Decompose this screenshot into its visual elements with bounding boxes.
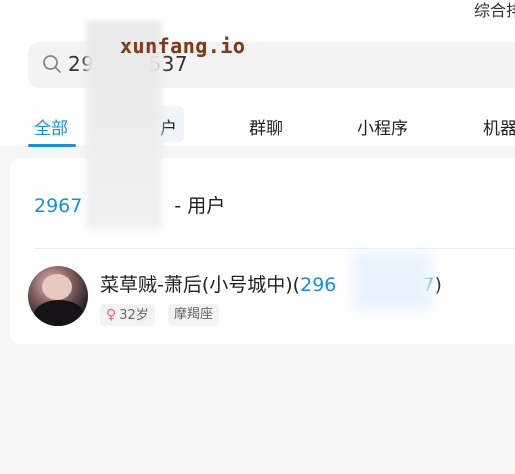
user-close-paren: ) (434, 274, 442, 296)
redaction-blur (352, 252, 432, 310)
age-value: 32岁 (119, 308, 149, 323)
user-number-prefix: 296 (300, 274, 337, 296)
watermark: xunfang.io (120, 34, 246, 58)
tab-users[interactable]: 户 (160, 114, 177, 139)
divider (34, 248, 515, 249)
tab-bots[interactable]: 机器 (483, 114, 515, 139)
zodiac-tag: 摩羯座 (168, 304, 220, 326)
search-icon (43, 55, 61, 73)
avatar-face (42, 274, 72, 300)
avatar[interactable] (28, 266, 88, 326)
age-tag: ♀ 32岁 (100, 304, 155, 326)
active-tab-indicator (28, 144, 76, 147)
tab-bar: 全部 户 群聊 小程序 机器 (0, 106, 515, 147)
female-icon: ♀ (106, 307, 117, 323)
section-title-suffix: - 用户 (174, 195, 226, 217)
tab-group-chats[interactable]: 群聊 (249, 114, 283, 139)
top-bar: 综合排 29 537 全部 户 群聊 小程序 机器 (0, 0, 515, 147)
section-number: 2967 (34, 195, 83, 217)
tab-all[interactable]: 全部 (34, 114, 68, 139)
user-name-text: 菜草贼-萧后(小号城中)( (100, 274, 301, 296)
sort-label[interactable]: 综合排 (474, 0, 515, 21)
avatar-body (34, 300, 84, 326)
tab-mini-programs[interactable]: 小程序 (357, 114, 408, 139)
